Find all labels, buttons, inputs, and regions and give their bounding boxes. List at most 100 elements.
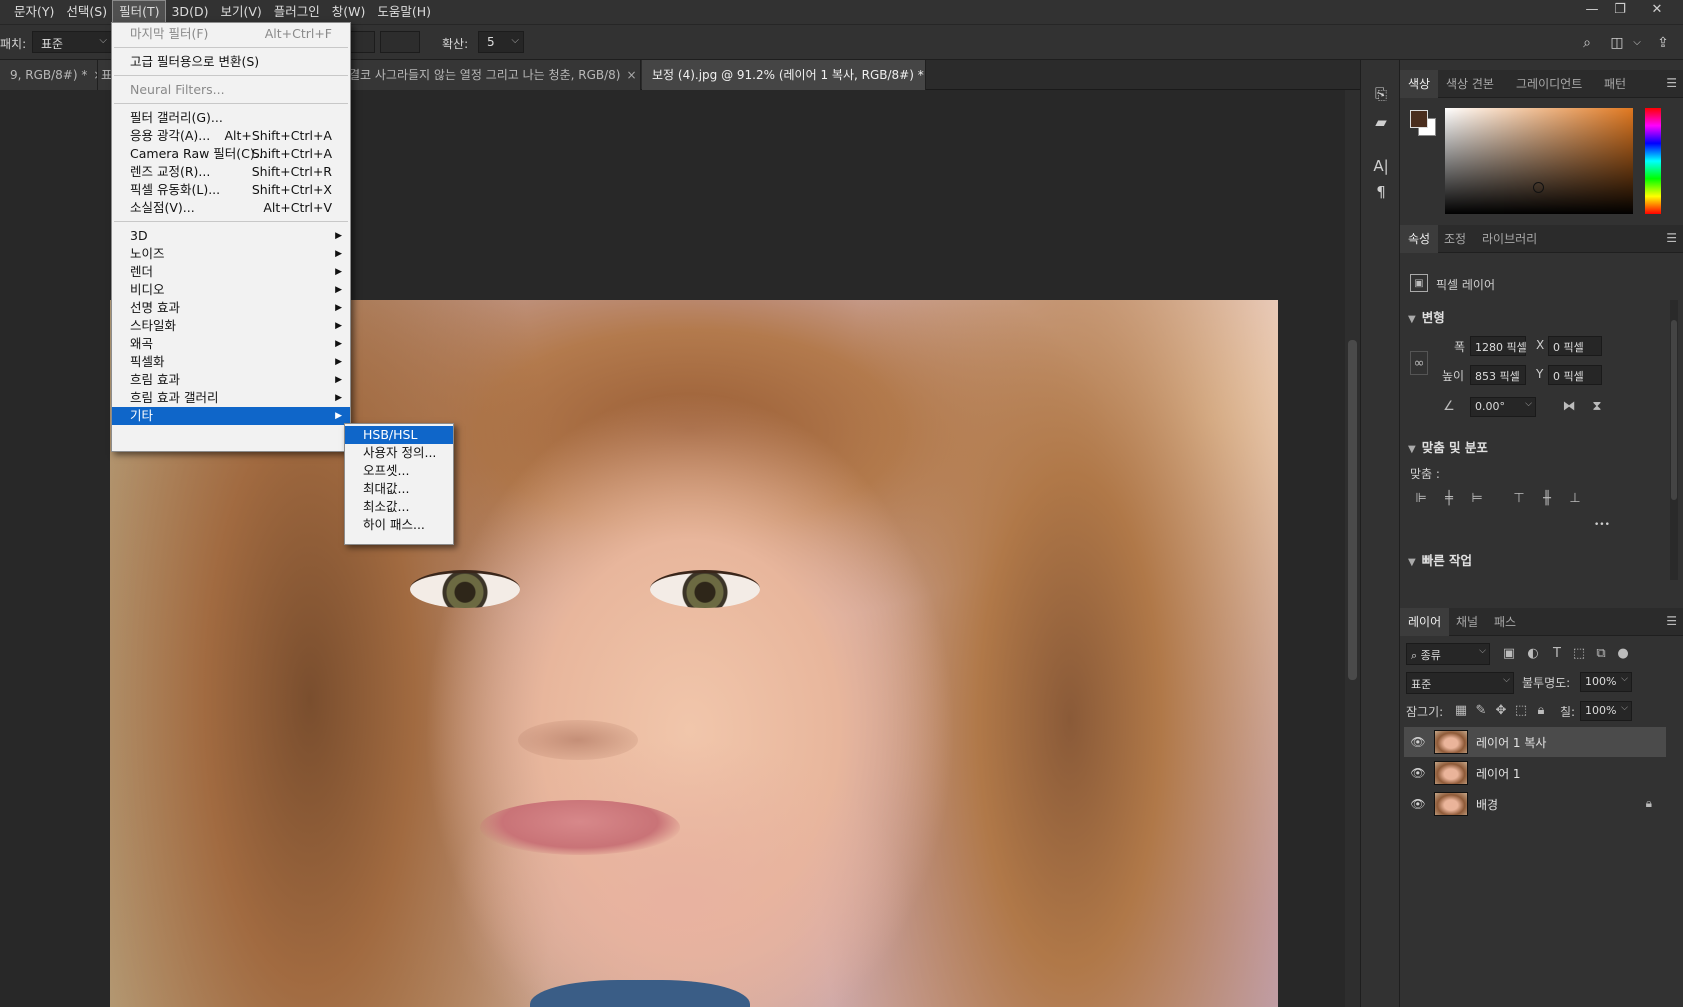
tab-pattern[interactable]: 패턴 (1596, 70, 1634, 98)
fill-field[interactable]: 100% ⌵ (1580, 701, 1632, 721)
submenu-item-offset[interactable]: 오프셋... (345, 462, 453, 480)
menu-filter[interactable]: 필터(T) (112, 0, 167, 24)
menu-item-video[interactable]: 비디오 ▶ (112, 281, 350, 299)
tab-layers[interactable]: 레이어 (1400, 608, 1450, 636)
properties-scrollbar[interactable] (1670, 300, 1678, 580)
submenu-item-maximum[interactable]: 최대값... (345, 480, 453, 498)
lock-transparent-icon[interactable]: ▦ (1452, 702, 1470, 720)
menu-item-3d[interactable]: 3D ▶ (112, 227, 350, 245)
menu-select[interactable]: 선택(S) (60, 1, 113, 23)
menu-item-vanishing-point[interactable]: 소실점(V)... Alt+Ctrl+V (112, 199, 350, 217)
visibility-eye-icon[interactable]: 👁︎ (1410, 734, 1426, 750)
panel-menu-icon[interactable]: ☰ (1666, 614, 1677, 628)
lock-image-icon[interactable]: ✎ (1472, 702, 1490, 720)
tab-properties[interactable]: 속성 (1400, 225, 1439, 253)
menu-help[interactable]: 도움말(H) (371, 1, 437, 23)
canvas-scrollbar[interactable] (1345, 90, 1360, 1007)
visibility-eye-icon[interactable]: 👁︎ (1410, 796, 1426, 812)
menu-item-noise[interactable]: 노이즈 ▶ (112, 245, 350, 263)
menu-item-blur[interactable]: 흐림 효과 ▶ (112, 371, 350, 389)
tab-swatches[interactable]: 색상 견본 (1438, 70, 1502, 98)
menu-item-sharpen[interactable]: 선명 효과 ▶ (112, 299, 350, 317)
chevron-down-icon[interactable]: ⌵ (1627, 33, 1647, 53)
tab-doc-2[interactable]: 표 (98, 60, 112, 90)
submenu-item-hsb-hsl[interactable]: HSB/HSL (345, 426, 453, 444)
tab-paths[interactable]: 패스 (1486, 608, 1524, 636)
minimize-button[interactable]: — (1580, 0, 1604, 22)
lock-position-icon[interactable]: ✥ (1492, 702, 1510, 720)
align-right-icon[interactable]: ⊨ (1468, 490, 1486, 508)
paragraph-icon[interactable]: ¶ (1369, 180, 1393, 204)
restore-button[interactable]: ❐ (1608, 0, 1632, 22)
height-field[interactable]: 853 픽셀 (1470, 365, 1526, 385)
menu-3d[interactable]: 3D(D) (165, 1, 214, 23)
transform-section-title[interactable]: ▼ 변형 (1408, 307, 1445, 326)
visibility-eye-icon[interactable]: 👁︎ (1410, 765, 1426, 781)
flip-horizontal-icon[interactable]: ⧓ (1560, 398, 1578, 416)
x-field[interactable]: 0 픽셀 (1548, 336, 1602, 356)
patch-select[interactable]: 표준 ⌵ (32, 31, 112, 53)
align-left-icon[interactable]: ⊫ (1412, 490, 1430, 508)
workspace-icon[interactable]: ◫ (1607, 33, 1627, 53)
menu-item-distort[interactable]: 왜곡 ▶ (112, 335, 350, 353)
filter-toggle-icon[interactable]: ● (1614, 645, 1632, 663)
menu-item-lens-correction[interactable]: 렌즈 교정(R)... Shift+Ctrl+R (112, 163, 350, 181)
menu-item-blur-gallery[interactable]: 흐림 효과 갤러리 ▶ (112, 389, 350, 407)
menu-item-adaptive-wide-angle[interactable]: 응용 광각(A)... Alt+Shift+Ctrl+A (112, 127, 350, 145)
layer-row[interactable]: 👁︎ 배경 🔒︎ (1404, 789, 1666, 819)
lock-artboard-icon[interactable]: ⬚ (1512, 702, 1530, 720)
menu-item-other[interactable]: 기타 ▶ (112, 407, 350, 425)
angle-field[interactable]: 0.00° ⌵ (1470, 397, 1536, 417)
layer-filter-select[interactable]: ⌕ 종류 ⌵ (1406, 643, 1490, 665)
filter-type-icon[interactable]: T (1548, 645, 1566, 663)
character-icon[interactable]: A| (1369, 154, 1393, 178)
submenu-item-minimum[interactable]: 최소값... (345, 498, 453, 516)
align-section-title[interactable]: ▼ 맞춤 및 분포 (1408, 437, 1488, 456)
panel-menu-icon[interactable]: ☰ (1666, 231, 1677, 245)
spread-select[interactable]: 5 ⌵ (478, 31, 524, 53)
lock-all-icon[interactable]: 🔒︎ (1532, 702, 1550, 720)
menu-item-liquify[interactable]: 픽셀 유동화(L)... Shift+Ctrl+X (112, 181, 350, 199)
menu-window[interactable]: 창(W) (326, 1, 372, 23)
tab-adjustments[interactable]: 조정 (1436, 225, 1474, 253)
menu-view[interactable]: 보기(V) (214, 1, 267, 23)
scrollbar-thumb[interactable] (1671, 320, 1677, 500)
filter-pixel-icon[interactable]: ▣ (1500, 645, 1518, 663)
align-bottom-icon[interactable]: ⊥ (1566, 490, 1584, 508)
more-options-button[interactable]: ••• (1594, 520, 1610, 530)
link-icon[interactable]: ∞ (1410, 351, 1428, 375)
filter-shape-icon[interactable]: ⬚ (1570, 645, 1588, 663)
tab-gradient[interactable]: 그레이디언트 (1508, 70, 1590, 98)
menu-plugins[interactable]: 플러그인 (268, 1, 326, 23)
filter-smart-object-icon[interactable]: ⧉ (1592, 645, 1610, 663)
menu-type[interactable]: 문자(Y) (8, 1, 60, 23)
menu-item-filter-gallery[interactable]: 필터 갤러리(G)... (112, 109, 350, 127)
menu-item-render[interactable]: 렌더 ▶ (112, 263, 350, 281)
align-vcenter-icon[interactable]: ╫ (1538, 490, 1556, 508)
menu-item-neural-filters[interactable]: Neural Filters... (112, 81, 350, 99)
flip-vertical-icon[interactable]: ⧗ (1588, 398, 1606, 416)
color-picker-field[interactable] (1445, 108, 1633, 214)
menu-item-smart-filter[interactable]: 고급 필터용으로 변환(S) (112, 53, 350, 71)
menu-item-stylize[interactable]: 스타일화 ▶ (112, 317, 350, 335)
width-field[interactable]: 1280 픽셀 (1470, 336, 1527, 356)
menu-item-last-filter[interactable]: 마지막 필터(F) Alt+Ctrl+F (112, 25, 350, 43)
tab-doc-1[interactable]: 9, RGB/8#) *× (0, 60, 98, 90)
layer-row[interactable]: 👁︎ 레이어 1 (1404, 758, 1666, 788)
tab-doc-3[interactable]: 결코 사그라들지 않는 열정 그리고 나는 청춘, RGB/8) × (345, 60, 641, 90)
comment-icon[interactable]: ▰ (1369, 110, 1393, 134)
submenu-item-high-pass[interactable]: 하이 패스... (345, 516, 453, 534)
panel-menu-icon[interactable]: ☰ (1666, 76, 1677, 90)
scrollbar-thumb[interactable] (1348, 340, 1357, 680)
align-top-icon[interactable]: ⊤ (1510, 490, 1528, 508)
opacity-field[interactable]: 100% ⌵ (1580, 672, 1632, 692)
search-icon[interactable]: ⌕ (1577, 33, 1597, 53)
close-icon[interactable]: × (626, 68, 636, 82)
tab-color[interactable]: 색상 (1400, 70, 1439, 98)
menu-item-camera-raw[interactable]: Camera Raw 필터(C)... Shift+Ctrl+A (112, 145, 350, 163)
filter-adjustment-icon[interactable]: ◐ (1524, 645, 1542, 663)
menu-item-pixelate[interactable]: 픽셀화 ▶ (112, 353, 350, 371)
blend-mode-select[interactable]: 표준 ⌵ (1406, 672, 1514, 694)
tab-channels[interactable]: 채널 (1448, 608, 1486, 636)
share-icon[interactable]: ⇪ (1653, 33, 1673, 53)
